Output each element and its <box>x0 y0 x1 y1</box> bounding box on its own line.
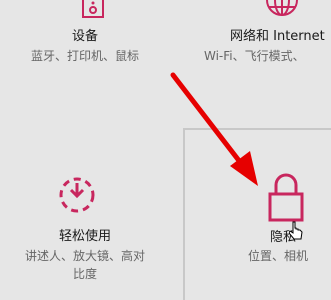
tile-ease-of-access-description: 讲述人、放大镜、高对比度 <box>24 249 145 281</box>
devices-icon <box>82 0 104 20</box>
lock-icon <box>266 172 306 222</box>
tile-privacy-title: 隐私 <box>270 230 297 245</box>
tile-devices-description: 蓝牙、打印机、鼠标 <box>30 49 139 63</box>
tile-devices-title: 设备 <box>71 29 98 44</box>
tile-devices[interactable]: 设备 蓝牙、打印机、鼠标 <box>0 0 170 110</box>
tile-privacy-description: 位置、相机 <box>248 249 309 263</box>
tile-network[interactable]: 网络和 Internet Wi-Fi、飞行模式、 <box>190 0 331 110</box>
tile-network-title: 网络和 Internet <box>230 29 325 44</box>
ease-of-access-icon <box>57 175 97 215</box>
tile-ease-of-access-title: 轻松使用 <box>58 229 111 244</box>
globe-icon <box>266 0 298 20</box>
tile-ease-of-access[interactable]: 轻松使用 讲述人、放大镜、高对比度 <box>0 128 170 300</box>
tile-privacy[interactable]: 隐私 位置、相机 <box>183 128 331 300</box>
tile-network-description: Wi-Fi、飞行模式、 <box>204 49 305 63</box>
